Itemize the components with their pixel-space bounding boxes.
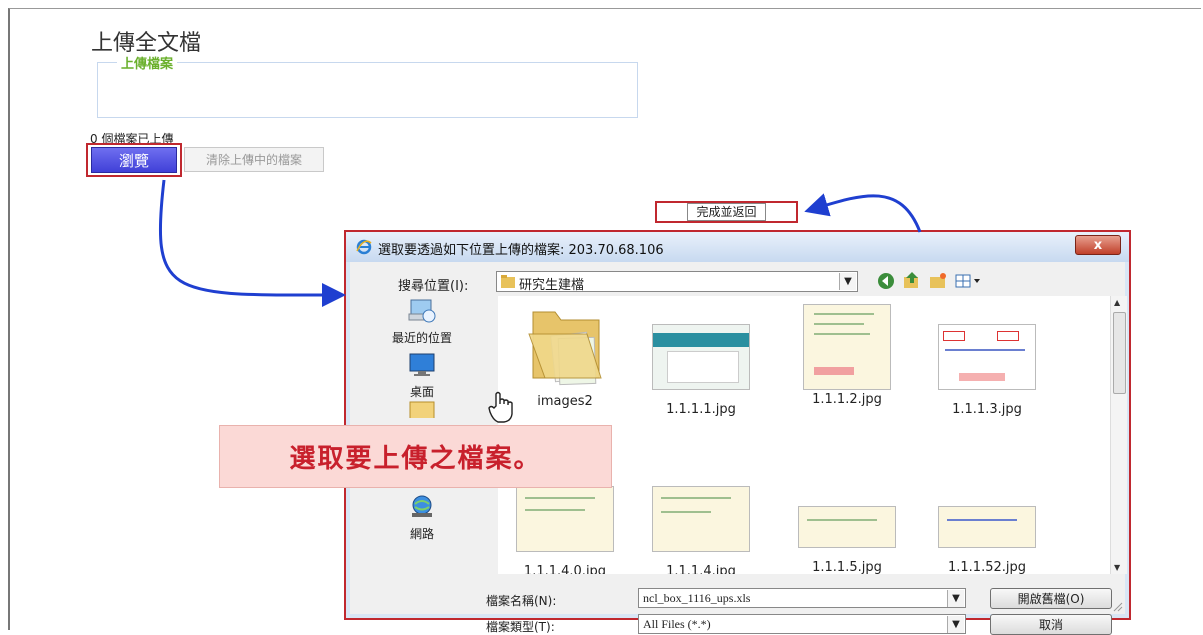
place-network[interactable]: 網路 xyxy=(374,494,470,542)
file-name: images2 xyxy=(537,394,593,409)
chevron-down-icon[interactable]: ▼ xyxy=(839,273,856,290)
open-button[interactable]: 開啟舊檔(O) xyxy=(990,588,1112,609)
place-recent[interactable]: 最近的位置 xyxy=(374,298,470,346)
file-name: 1.1.1.5.jpg xyxy=(812,560,882,574)
view-menu-icon[interactable] xyxy=(954,271,984,291)
libraries-icon xyxy=(409,401,435,418)
file-name: 1.1.1.52.jpg xyxy=(948,560,1026,574)
clear-uploads-button[interactable]: 清除上傳中的檔案 xyxy=(184,147,324,172)
scroll-up-icon[interactable]: ▲ xyxy=(1114,298,1120,307)
back-icon[interactable] xyxy=(876,271,896,291)
new-folder-icon[interactable] xyxy=(928,271,948,291)
file-item-folder[interactable]: images2 xyxy=(500,304,630,409)
file-name: 1.1.1.1.jpg xyxy=(666,402,736,417)
file-item[interactable]: 1.1.1.52.jpg xyxy=(922,492,1052,574)
scroll-down-icon[interactable]: ▼ xyxy=(1114,563,1120,572)
file-item[interactable]: 1.1.1.4.jpg xyxy=(636,486,766,574)
filetype-label: 檔案類型(T): xyxy=(486,620,555,634)
image-thumbnail xyxy=(798,506,896,548)
done-and-return-button[interactable]: 完成並返回 xyxy=(687,203,766,221)
file-name: 1.1.1.4.jpg xyxy=(666,564,736,574)
dialog-title: 選取要透過如下位置上傳的檔案: 203.70.68.106 xyxy=(378,243,664,258)
file-name: 1.1.1.4.0.jpg xyxy=(523,564,607,574)
browse-button[interactable]: 瀏覽 xyxy=(91,147,177,173)
lookin-label: 搜尋位置(I): xyxy=(398,279,469,294)
file-item[interactable]: 1.1.1.2.jpg xyxy=(782,304,912,407)
file-item[interactable]: 1.1.1.1.jpg xyxy=(636,324,766,417)
file-item[interactable]: 1.1.1.5.jpg xyxy=(782,492,912,574)
image-thumbnail xyxy=(803,304,891,390)
lookin-dropdown[interactable]: 研究生建檔 ▼ xyxy=(496,271,858,293)
ie-icon xyxy=(356,239,372,255)
filename-value: ncl_box_1116_ups.xls xyxy=(643,591,751,605)
lookin-value: 研究生建檔 xyxy=(519,278,585,293)
resize-grip-icon[interactable] xyxy=(1111,600,1123,612)
file-name: 1.1.1.2.jpg xyxy=(812,392,882,407)
place-libraries[interactable] xyxy=(374,398,470,418)
scrollbar-thumb[interactable] xyxy=(1113,312,1126,394)
image-thumbnail xyxy=(652,324,750,390)
dialog-titlebar: 選取要透過如下位置上傳的檔案: 203.70.68.106 x xyxy=(346,232,1129,262)
chevron-down-icon[interactable]: ▼ xyxy=(947,616,964,633)
filename-input[interactable]: ncl_box_1116_ups.xls ▼ xyxy=(638,588,966,608)
upload-legend: 上傳檔案 xyxy=(117,53,178,72)
chevron-down-icon[interactable]: ▼ xyxy=(947,590,964,607)
place-label: 最近的位置 xyxy=(391,331,452,345)
folder-icon xyxy=(528,311,602,386)
image-thumbnail xyxy=(938,506,1036,548)
file-item[interactable]: 1.1.1.4.0.jpg xyxy=(500,486,630,574)
image-thumbnail xyxy=(938,324,1036,390)
desktop-icon xyxy=(409,353,435,376)
hand-cursor-icon xyxy=(488,391,513,423)
filetype-select[interactable]: All Files (*.*) ▼ xyxy=(638,614,966,634)
image-thumbnail xyxy=(516,486,614,552)
cancel-button[interactable]: 取消 xyxy=(990,614,1112,635)
place-desktop[interactable]: 桌面 xyxy=(374,352,470,400)
dialog-close-button[interactable]: x xyxy=(1075,235,1121,255)
image-thumbnail xyxy=(652,486,750,552)
network-icon xyxy=(412,495,432,517)
filename-label: 檔案名稱(N): xyxy=(486,594,557,608)
file-name: 1.1.1.3.jpg xyxy=(952,402,1022,417)
place-label: 網路 xyxy=(409,527,434,541)
done-highlight: 完成並返回 xyxy=(655,201,798,223)
browse-highlight: 瀏覽 xyxy=(86,143,182,177)
instruction-callout: 選取要上傳之檔案。 xyxy=(219,425,612,488)
upload-fieldset xyxy=(97,62,638,118)
up-folder-icon[interactable] xyxy=(902,271,922,291)
file-list-scrollbar[interactable]: ▲ ▼ xyxy=(1110,296,1127,574)
file-item[interactable]: 1.1.1.3.jpg xyxy=(922,324,1052,417)
folder-icon xyxy=(501,275,515,288)
recent-places-icon xyxy=(408,299,436,323)
